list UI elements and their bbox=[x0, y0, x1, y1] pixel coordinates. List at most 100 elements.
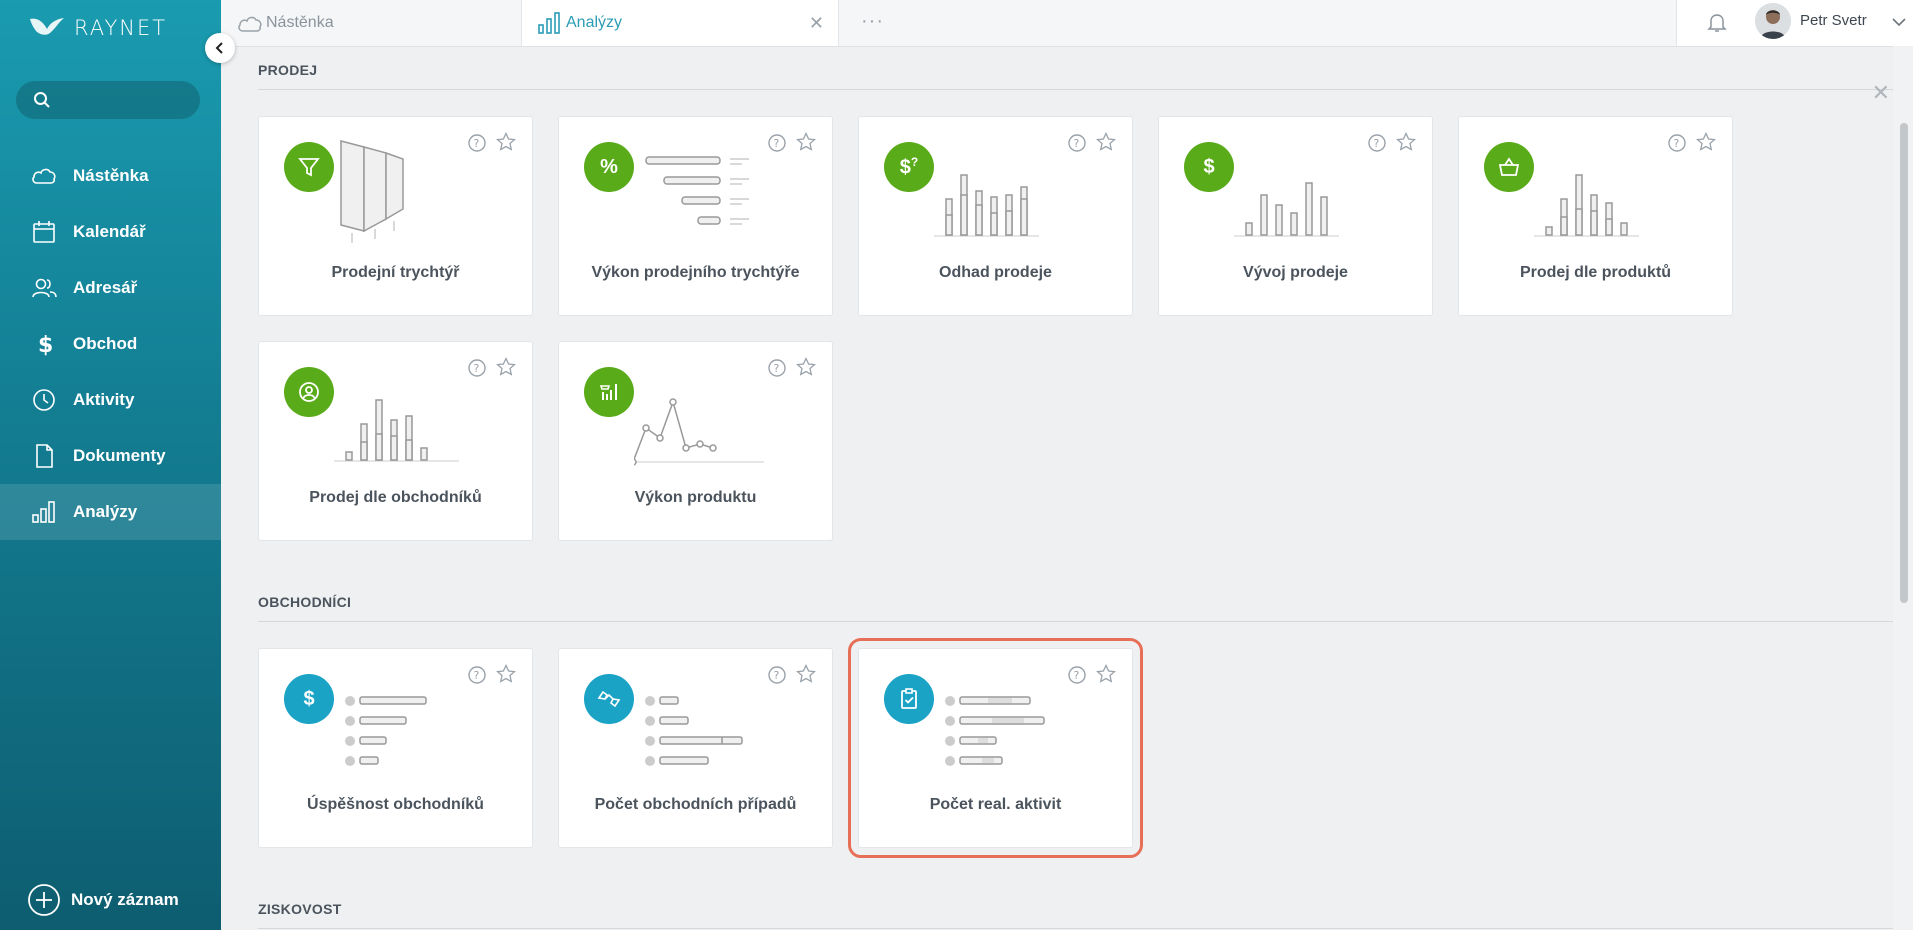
section-divider bbox=[258, 89, 1893, 90]
card-label: Odhad prodeje bbox=[939, 264, 1052, 281]
sidebar-item-obchod[interactable]: $ Obchod bbox=[0, 316, 221, 372]
report-card-prodejni-trychtyr[interactable]: ? Prodejní trychtýř bbox=[258, 116, 533, 316]
close-icon[interactable]: ✕ bbox=[1872, 80, 1890, 106]
report-card-prodej-dle-produktu[interactable]: ? Prodej dle produktů bbox=[1458, 116, 1733, 316]
plus-circle-icon bbox=[28, 884, 60, 916]
card-label: Počet obchodních případů bbox=[594, 796, 797, 813]
search-icon bbox=[34, 92, 50, 108]
sidebar-item-nastenka[interactable]: Nástěnka bbox=[0, 148, 221, 204]
sidebar-collapse-button[interactable] bbox=[205, 33, 235, 63]
report-card-vyvoj-prodeje[interactable]: $ ? Vývoj prodeje bbox=[1158, 116, 1433, 316]
section-title-obchodnici: OBCHODNÍCI bbox=[258, 594, 352, 610]
report-card-uspesnost-obchodniku[interactable]: $ ? Úspěšnost obchodníků bbox=[258, 648, 533, 848]
funnel-bars-illustration bbox=[645, 156, 749, 225]
top-bar: Nástěnka Analýzy ✕ ··· Petr Svetr bbox=[221, 0, 1913, 47]
funnel-illustration bbox=[340, 140, 404, 243]
card-label: Prodej dle produktů bbox=[1519, 264, 1672, 281]
sidebar-item-label: Nástěnka bbox=[73, 166, 149, 185]
sidebar-item-label: Adresář bbox=[73, 278, 138, 297]
sidebar-item-label: Dokumenty bbox=[73, 446, 166, 465]
sidebar-item-label: Aktivity bbox=[73, 390, 135, 409]
report-card-odhad-prodeje[interactable]: $? ? Odhad prodeje bbox=[858, 116, 1133, 316]
ranked-bars-illustration bbox=[345, 696, 427, 766]
filter-icon bbox=[284, 142, 334, 192]
tab-nastenka[interactable]: Nástěnka bbox=[236, 0, 541, 46]
analytics-content: PRODEJ ✕ ? Prodejní trychtýř % ? Výkon p… bbox=[221, 46, 1893, 930]
sidebar-nav: Nástěnka Kalendář Adresář $ Obchod Aktiv… bbox=[0, 148, 221, 540]
contacts-icon bbox=[32, 278, 57, 298]
line-chart-illustration bbox=[634, 398, 764, 466]
user-circle-icon bbox=[284, 367, 334, 417]
card-label: Prodejní trychtýř bbox=[331, 264, 460, 281]
report-card-vykon-prodejniho-trychtyre[interactable]: % ? Výkon prodejního trychtýře bbox=[558, 116, 833, 316]
dollar-icon: $ bbox=[1184, 142, 1234, 192]
bar-chart-icon bbox=[538, 12, 560, 34]
card-label: Úspěšnost obchodníků bbox=[307, 796, 484, 813]
ranked-stacked-bars-illustration bbox=[945, 696, 1045, 766]
svg-text:$: $ bbox=[38, 333, 53, 358]
sidebar-item-dokumenty[interactable]: Dokumenty bbox=[0, 428, 221, 484]
report-card-prodej-dle-obchodniku[interactable]: ? Prodej dle obchodníků bbox=[258, 341, 533, 541]
search-input[interactable] bbox=[59, 91, 193, 109]
tab-close-icon[interactable]: ✕ bbox=[809, 13, 824, 34]
sidebar-item-label: Analýzy bbox=[73, 502, 138, 521]
scrollbar-thumb[interactable] bbox=[1900, 123, 1908, 603]
ranked-bars-illustration bbox=[645, 696, 743, 766]
user-name[interactable]: Petr Svetr bbox=[1800, 12, 1867, 29]
user-area: Petr Svetr bbox=[1676, 0, 1913, 46]
card-label: Výkon prodejního trychtýře bbox=[591, 264, 800, 281]
section-divider bbox=[258, 621, 1893, 622]
dollar-question-icon: $? bbox=[884, 142, 934, 192]
card-label: Výkon produktu bbox=[634, 489, 757, 506]
percent-icon: % bbox=[584, 142, 634, 192]
logo-text: RAYNET bbox=[74, 16, 168, 40]
search-box[interactable] bbox=[16, 81, 200, 119]
new-record-button[interactable]: Nový záznam bbox=[27, 883, 179, 917]
bell-icon[interactable] bbox=[1707, 11, 1727, 33]
tab-label: Analýzy bbox=[566, 14, 623, 31]
new-record-label: Nový záznam bbox=[71, 890, 179, 909]
more-tabs-icon[interactable]: ··· bbox=[861, 10, 884, 33]
handshake-icon bbox=[584, 674, 634, 724]
sidebar-item-aktivity[interactable]: Aktivity bbox=[0, 372, 221, 428]
card-label: Prodej dle obchodníků bbox=[309, 489, 482, 506]
dollar-icon: $ bbox=[38, 333, 53, 358]
report-card-vykon-produktu[interactable]: ? Výkon produktu bbox=[558, 341, 833, 541]
bird-logo-icon bbox=[30, 18, 64, 35]
document-icon bbox=[36, 444, 53, 468]
tab-label: Nástěnka bbox=[266, 14, 334, 31]
stacked-bars-illustration bbox=[334, 399, 459, 462]
scrollbar[interactable] bbox=[1893, 46, 1913, 930]
sidebar: RAYNET Nástěnka Kalendář Adresář $ Obcho… bbox=[0, 0, 221, 930]
avatar[interactable] bbox=[1755, 3, 1791, 39]
dollar-icon: $ bbox=[284, 674, 334, 724]
bars-illustration bbox=[1234, 182, 1339, 237]
stacked-bars-illustration bbox=[1534, 174, 1639, 237]
section-title-prodej: PRODEJ bbox=[258, 62, 318, 78]
bar-chart-icon bbox=[32, 501, 55, 523]
sidebar-item-analyzy[interactable]: Analýzy bbox=[0, 484, 221, 540]
tab-analyzy[interactable]: Analýzy ✕ bbox=[521, 0, 839, 46]
cloud-icon bbox=[32, 168, 56, 184]
card-label: Vývoj prodeje bbox=[1243, 264, 1348, 281]
calendar-icon bbox=[33, 221, 55, 243]
section-title-ziskovost: ZISKOVOST bbox=[258, 901, 342, 917]
card-label: Počet real. aktivit bbox=[929, 796, 1062, 813]
clipboard-check-icon bbox=[884, 674, 934, 724]
cloud-icon bbox=[238, 16, 262, 32]
report-card-pocet-obchodnich-pripadu[interactable]: ? Počet obchodních případů bbox=[558, 648, 833, 848]
chevron-left-icon bbox=[215, 42, 223, 54]
stacked-bars-illustration bbox=[934, 174, 1039, 237]
report-card-pocet-real-aktivit[interactable]: ? Počet real. aktivit bbox=[848, 638, 1143, 858]
chevron-down-icon[interactable] bbox=[1891, 14, 1907, 30]
product-chart-icon bbox=[584, 367, 634, 417]
clock-icon bbox=[33, 389, 55, 411]
sidebar-item-label: Obchod bbox=[73, 334, 138, 353]
sidebar-item-adresar[interactable]: Adresář bbox=[0, 260, 221, 316]
raynet-logo[interactable]: RAYNET bbox=[28, 10, 167, 46]
user-photo-icon bbox=[1755, 3, 1791, 39]
basket-icon bbox=[1484, 142, 1534, 192]
sidebar-item-label: Kalendář bbox=[73, 222, 146, 241]
sidebar-item-kalendar[interactable]: Kalendář bbox=[0, 204, 221, 260]
section-divider bbox=[258, 928, 1893, 929]
